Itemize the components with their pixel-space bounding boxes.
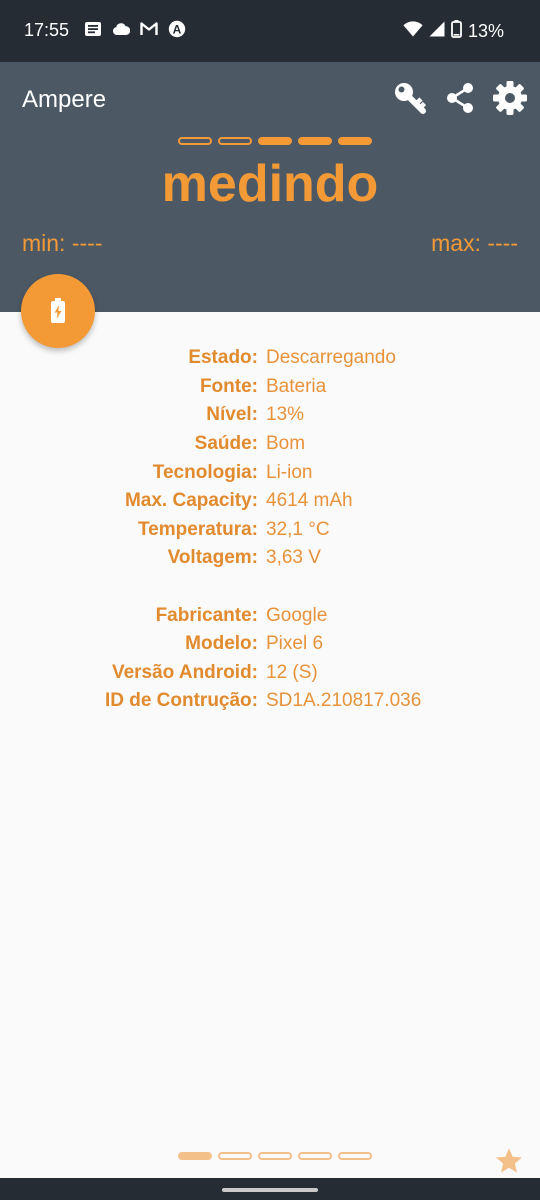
battery-icon bbox=[451, 20, 462, 43]
measuring-status: medindo bbox=[161, 155, 379, 213]
info-row: Estado: Descarregando bbox=[0, 344, 540, 373]
info-label: Temperatura: bbox=[137, 518, 258, 540]
progress-segment bbox=[338, 137, 372, 145]
star-icon[interactable] bbox=[494, 1146, 524, 1176]
measure-progress-indicator bbox=[178, 137, 372, 145]
info-label: Versão Android: bbox=[111, 661, 258, 683]
svg-text:A: A bbox=[173, 22, 182, 36]
info-row: ID de Contrução: SD1A.210817.036 bbox=[0, 687, 540, 716]
info-row: Modelo: Pixel 6 bbox=[0, 630, 540, 659]
info-value: SD1A.210817.036 bbox=[266, 690, 422, 712]
info-row: Voltagem: 3,63 V bbox=[0, 544, 540, 573]
progress-segment bbox=[218, 137, 252, 145]
info-row: Max. Capacity: 4614 mAh bbox=[0, 487, 540, 516]
settings-button[interactable] bbox=[492, 78, 528, 118]
info-value: Bom bbox=[266, 433, 306, 455]
page-dot bbox=[258, 1152, 292, 1160]
info-row: Fabricante: Google bbox=[0, 601, 540, 630]
key-icon bbox=[395, 83, 427, 114]
info-label: Max. Capacity: bbox=[124, 490, 258, 512]
battery-percent: 13% bbox=[467, 21, 504, 41]
min-current: min: ---- bbox=[22, 230, 103, 256]
share-icon bbox=[447, 83, 473, 113]
info-label: Estado: bbox=[188, 347, 258, 369]
max-current: max: ---- bbox=[431, 230, 518, 256]
progress-segment bbox=[178, 137, 212, 145]
a-badge-icon: A bbox=[168, 20, 186, 38]
info-label: Saúde: bbox=[194, 433, 258, 455]
cloud-icon bbox=[112, 20, 130, 38]
status-bar: 17:55 A 13% bbox=[0, 0, 540, 62]
info-label: Fabricante: bbox=[155, 604, 258, 626]
info-value: 12 (S) bbox=[266, 661, 318, 683]
info-row: Nível: 13% bbox=[0, 401, 540, 430]
info-label: ID de Contrução: bbox=[104, 690, 258, 712]
info-value: Bateria bbox=[266, 375, 327, 397]
gear-icon bbox=[493, 81, 527, 115]
info-value: Descarregando bbox=[266, 347, 396, 369]
info-value: Li-ion bbox=[266, 461, 313, 483]
page-dot bbox=[178, 1152, 212, 1160]
toolbar bbox=[392, 78, 528, 118]
signal-icon bbox=[429, 21, 445, 42]
info-value: 32,1 °C bbox=[266, 518, 330, 540]
info-label: Nível: bbox=[206, 404, 258, 426]
system-status: 13% bbox=[403, 20, 504, 43]
info-value: 4614 mAh bbox=[266, 490, 353, 512]
info-value: 13% bbox=[266, 404, 305, 426]
navigation-bar bbox=[0, 1178, 540, 1200]
page-indicator bbox=[178, 1152, 372, 1160]
info-value: Pixel 6 bbox=[266, 633, 324, 655]
page-dot bbox=[298, 1152, 332, 1160]
info-label: Tecnologia: bbox=[152, 461, 258, 483]
page-dot bbox=[338, 1152, 372, 1160]
info-row: Tecnologia: Li-ion bbox=[0, 458, 540, 487]
progress-segment bbox=[258, 137, 292, 145]
info-label: Fonte: bbox=[199, 375, 258, 397]
key-button[interactable] bbox=[392, 78, 428, 118]
battery-charging-icon bbox=[51, 298, 65, 323]
app-header: Ampere medindo min: ---- max: ---- bbox=[0, 62, 540, 312]
notification-icons: A bbox=[84, 20, 186, 38]
info-value: 3,63 V bbox=[266, 547, 321, 569]
wifi-icon bbox=[403, 21, 423, 42]
app-title: Ampere bbox=[22, 86, 107, 113]
info-row: Fonte: Bateria bbox=[0, 373, 540, 402]
progress-segment bbox=[298, 137, 332, 145]
battery-info-section: Estado: Descarregando Fonte: Bateria Nível: 1… bbox=[0, 344, 540, 573]
device-info-section: Fabricante: Google Modelo: Pixel 6 Versão An… bbox=[0, 601, 540, 715]
status-time: 17:55 bbox=[24, 20, 70, 40]
info-label: Modelo: bbox=[185, 633, 258, 655]
info-row: Versão Android: 12 (S) bbox=[0, 659, 540, 688]
news-icon bbox=[84, 20, 102, 38]
info-row: Temperatura: 32,1 °C bbox=[0, 516, 540, 545]
gmail-icon bbox=[140, 20, 158, 38]
gesture-handle[interactable] bbox=[222, 1188, 318, 1192]
battery-fab-button[interactable] bbox=[21, 274, 95, 348]
info-list: Estado: Descarregando Fonte: Bateria Nível: 1… bbox=[0, 344, 540, 716]
info-label: Voltagem: bbox=[167, 547, 258, 569]
share-button[interactable] bbox=[442, 78, 478, 118]
info-value: Google bbox=[266, 604, 328, 626]
info-row: Saúde: Bom bbox=[0, 430, 540, 459]
page-dot bbox=[218, 1152, 252, 1160]
